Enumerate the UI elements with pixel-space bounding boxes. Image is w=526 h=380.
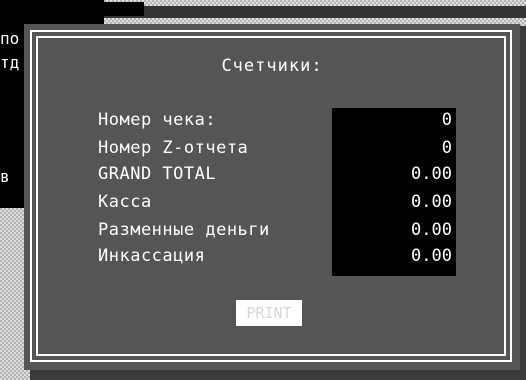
collection-label: Инкассация	[98, 246, 206, 266]
background-title-strip	[104, 2, 144, 16]
values-panel: 0 0 0.00 0.00 0.00 0.00	[332, 108, 456, 276]
cash-register-value: 0.00	[411, 192, 452, 212]
change-money-label: Разменные деньги	[98, 220, 270, 240]
print-button[interactable]: PRINT	[236, 300, 302, 326]
z-report-number-label: Номер Z-отчета	[98, 138, 249, 158]
collection-value: 0.00	[411, 246, 452, 266]
z-report-number-value: 0	[441, 138, 452, 158]
receipt-number-value: 0	[441, 110, 452, 130]
grand-total-value: 0.00	[411, 164, 452, 184]
grand-total-label: GRAND TOTAL	[98, 164, 217, 184]
background-title-band	[104, 6, 526, 18]
dialog-title: Счетчики:	[221, 56, 323, 76]
cash-register-label: Касса	[98, 192, 152, 212]
receipt-number-label: Номер чека:	[98, 110, 217, 130]
counters-dialog: Счетчики: Номер чека: Номер Z-отчета GRA…	[24, 24, 520, 370]
change-money-value: 0.00	[411, 220, 452, 240]
